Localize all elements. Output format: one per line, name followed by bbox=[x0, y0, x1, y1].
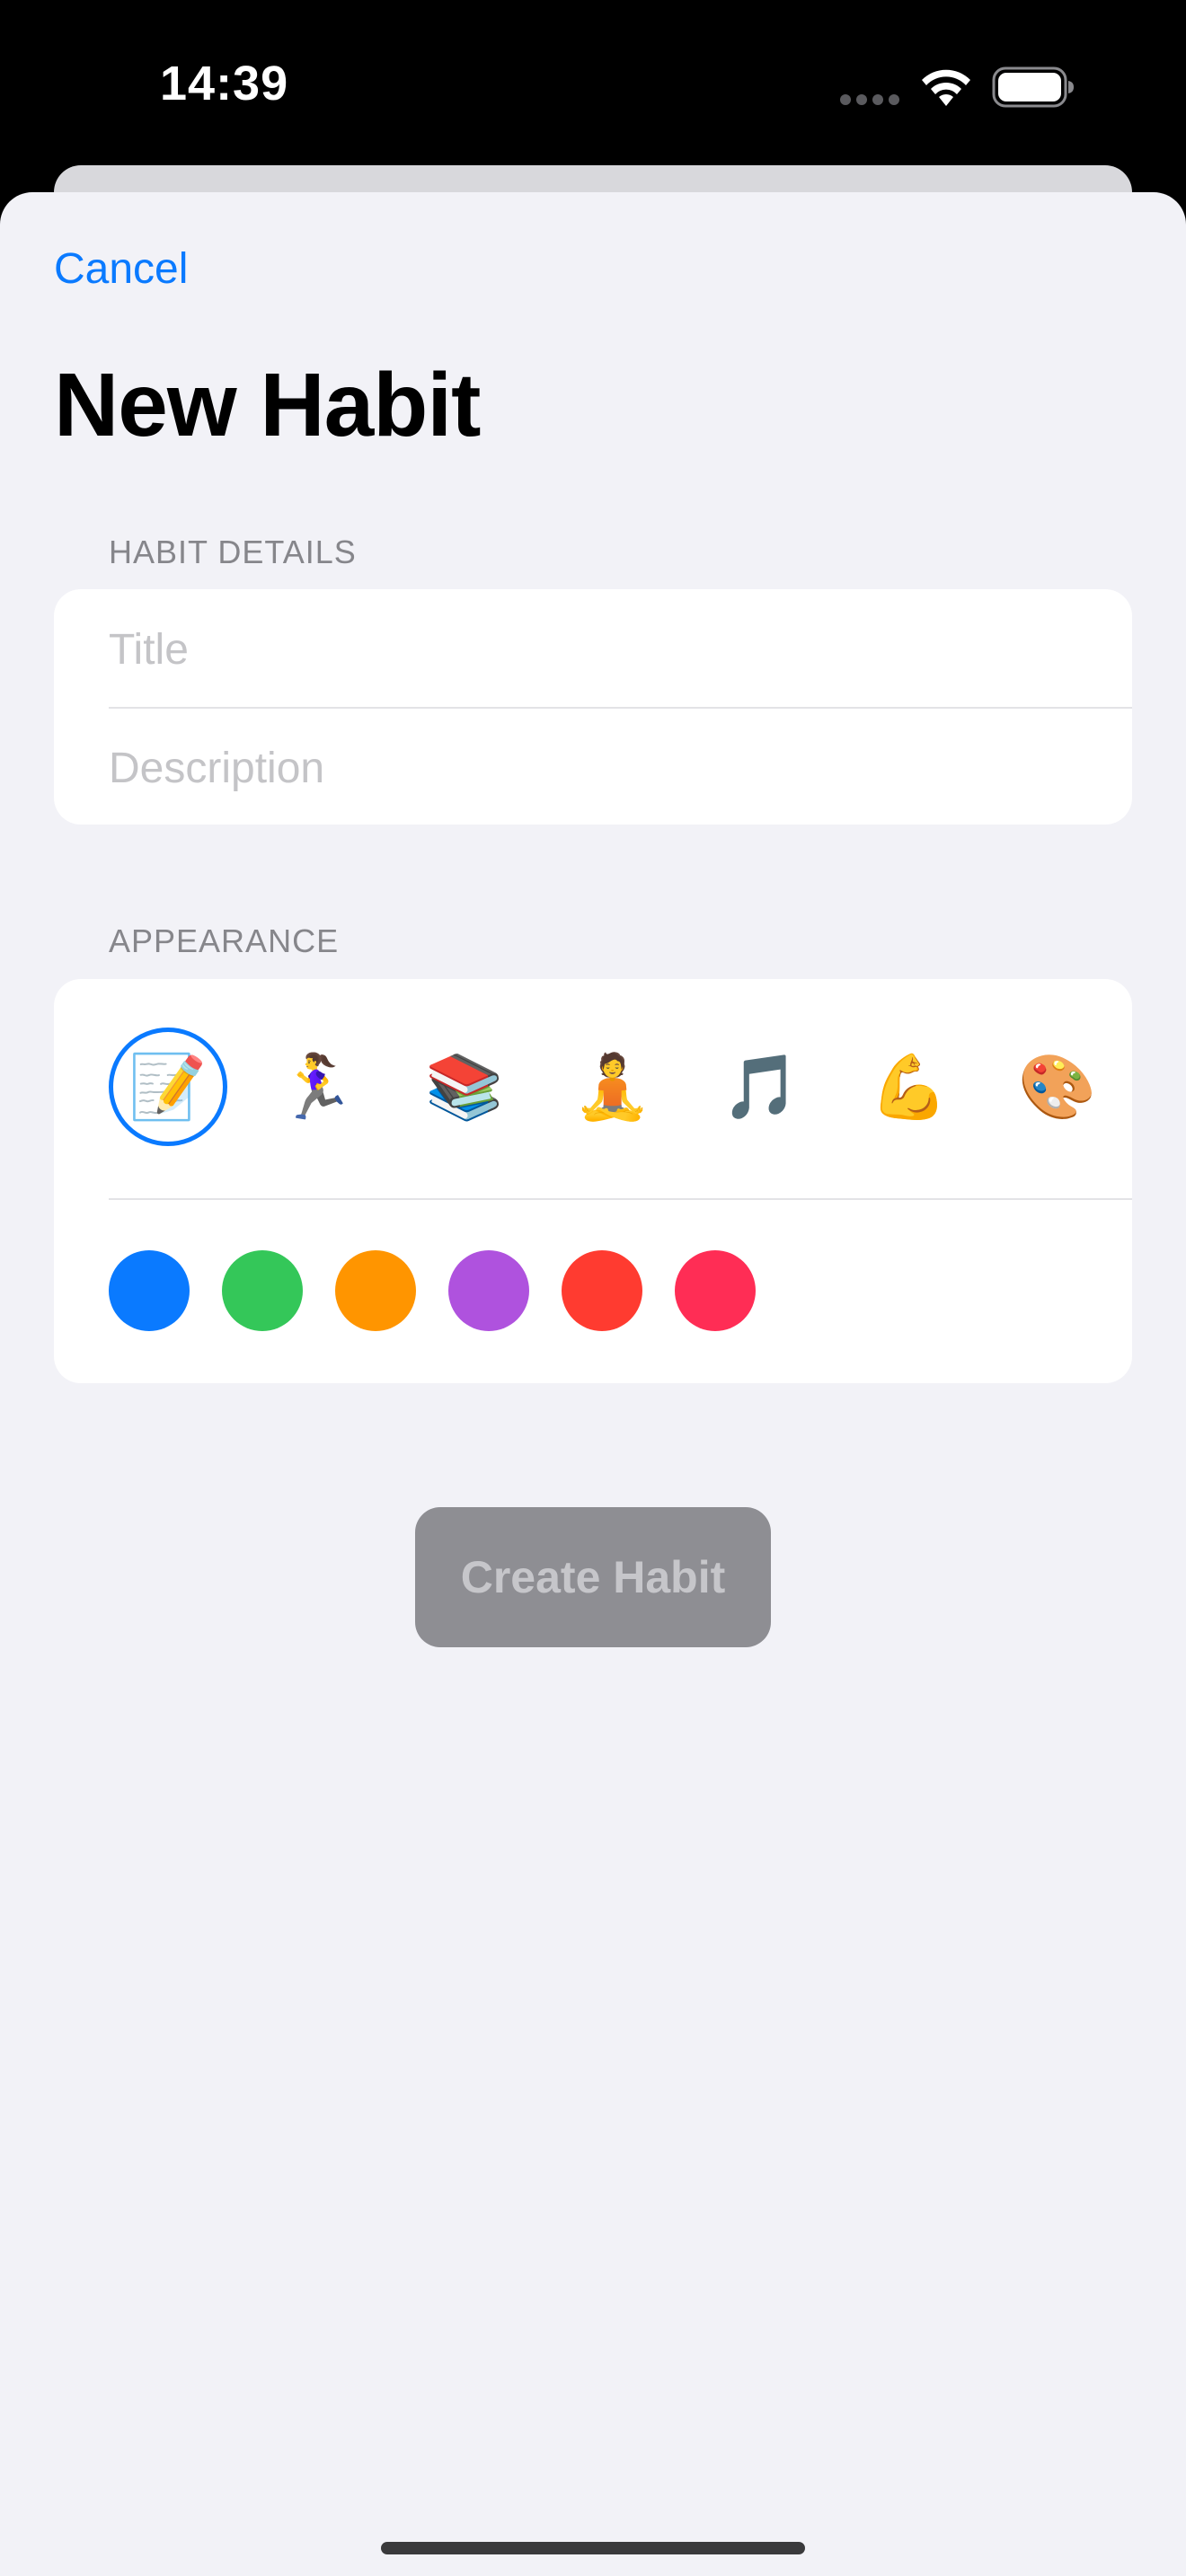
color-swatch-purple[interactable] bbox=[448, 1250, 529, 1331]
color-swatch-orange[interactable] bbox=[335, 1250, 416, 1331]
artist-palette-icon[interactable]: 🎨 bbox=[998, 1028, 1117, 1146]
battery-icon bbox=[992, 66, 1074, 108]
appearance-separator bbox=[109, 1198, 1132, 1200]
new-habit-sheet: Cancel New Habit HABIT DETAILS APPEARANC… bbox=[0, 192, 1186, 2576]
cellular-signal-icon bbox=[840, 94, 899, 105]
screen: 14:39 Cancel New Habit HABIT DETAILS Tit… bbox=[0, 0, 1186, 2576]
color-swatch-red[interactable] bbox=[562, 1250, 642, 1331]
color-swatch-blue[interactable] bbox=[109, 1250, 190, 1331]
habit-details-header: HABIT DETAILS bbox=[109, 534, 357, 570]
flexed-biceps-icon[interactable]: 💪 bbox=[850, 1028, 969, 1146]
books-icon[interactable]: 📚 bbox=[405, 1028, 524, 1146]
color-swatch-green[interactable] bbox=[222, 1250, 303, 1331]
create-habit-button[interactable]: Create Habit bbox=[415, 1507, 771, 1647]
person-meditating-icon[interactable]: 🧘 bbox=[553, 1028, 672, 1146]
appearance-group: 📝 🏃‍♀️ 📚 🧘 🎵 💪 🎨 bbox=[54, 979, 1132, 1383]
cancel-button[interactable]: Cancel bbox=[54, 244, 188, 294]
appearance-header: APPEARANCE bbox=[109, 922, 340, 959]
home-indicator bbox=[381, 2542, 805, 2554]
wifi-icon bbox=[922, 69, 970, 106]
status-time: 14:39 bbox=[160, 57, 289, 110]
description-input[interactable] bbox=[109, 719, 1097, 817]
color-picker bbox=[109, 1250, 917, 1333]
woman-running-icon[interactable]: 🏃‍♀️ bbox=[257, 1028, 376, 1146]
details-separator bbox=[109, 707, 1132, 709]
emoji-picker: 📝 🏃‍♀️ 📚 🧘 🎵 💪 🎨 bbox=[109, 1028, 1132, 1150]
memo-icon[interactable]: 📝 bbox=[109, 1028, 227, 1146]
title-input[interactable] bbox=[109, 600, 1097, 699]
page-title: New Habit bbox=[54, 355, 481, 455]
status-bar: 14:39 bbox=[0, 0, 1186, 171]
color-swatch-pink[interactable] bbox=[675, 1250, 756, 1331]
musical-note-icon[interactable]: 🎵 bbox=[702, 1028, 820, 1146]
habit-details-group bbox=[54, 589, 1132, 825]
